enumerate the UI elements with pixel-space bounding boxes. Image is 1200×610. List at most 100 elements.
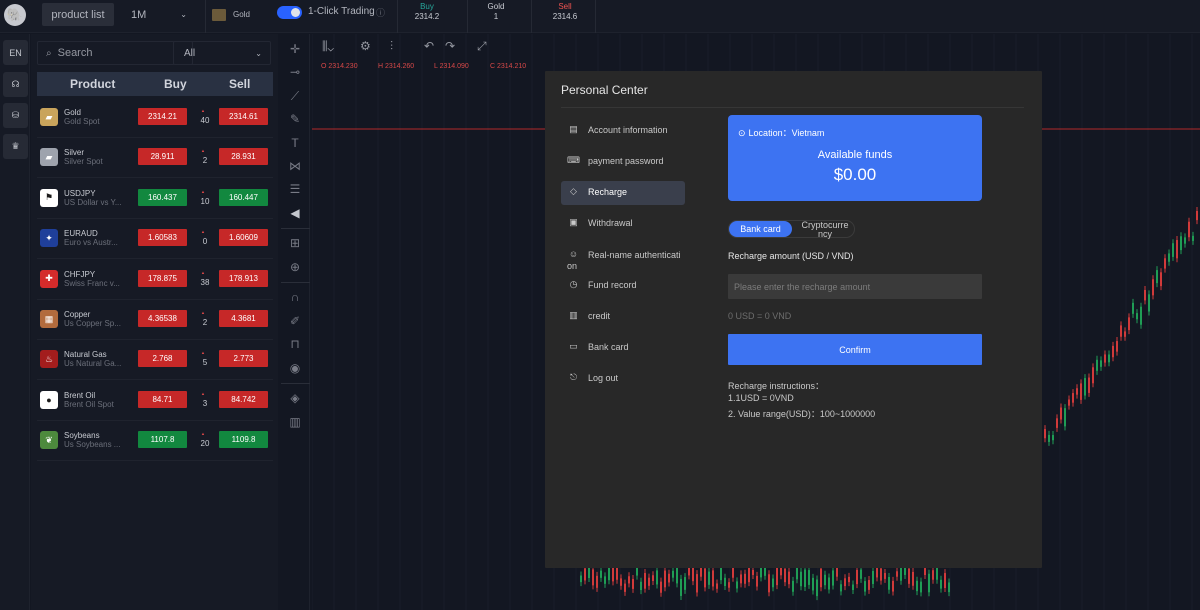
location-pin-icon: ⊙ [738, 128, 746, 138]
crosshair-icon[interactable]: ✛ [287, 41, 303, 57]
product-icon: ❦ [40, 431, 58, 450]
sell-price-button[interactable]: 160.447 [219, 188, 268, 206]
buy-price-button[interactable]: 4.36538 [138, 310, 187, 327]
crown-icon[interactable]: ♛ [3, 134, 28, 159]
search-box[interactable]: ⌕ Search [37, 41, 193, 65]
candle-body [932, 570, 934, 580]
product-name: Copper [64, 310, 91, 319]
eye-icon[interactable]: ◉ [287, 360, 303, 376]
candle-body [684, 577, 686, 590]
text-icon[interactable]: T [287, 135, 303, 151]
headset-icon[interactable]: ☊ [3, 72, 28, 97]
buy-price-button[interactable]: 160.437 [138, 188, 187, 206]
product-row[interactable]: ▰ SilverSilver Spot 28.911 2 28.931 [37, 138, 273, 179]
buy-price-button[interactable]: 2.768 [138, 350, 187, 368]
trend-line-icon[interactable]: ⟋ [287, 88, 303, 104]
menu-item-log-out[interactable]: ⎋ Log out [561, 367, 685, 391]
product-row[interactable]: ▦ CopperUs Copper Sp... 4.36538 2 4.3681 [37, 300, 273, 340]
sell-quote-label: Sell [558, 2, 572, 11]
tab-cryptocurrency[interactable]: Cryptocurre ncy [795, 221, 855, 239]
indicators-icon[interactable]: ⫶ [390, 39, 393, 54]
menu-item-withdrawal[interactable]: ▣ Withdrawal [561, 212, 685, 236]
product-row[interactable]: ♨ Natural GasUs Natural Ga... 2.768 5 2.773 [37, 340, 273, 381]
pattern-icon[interactable]: ⋈ [287, 158, 303, 174]
menu-item-payment-password[interactable]: ⌨ payment password [561, 150, 685, 174]
menu-item-credit[interactable]: ▥ credit [561, 305, 685, 329]
product-row[interactable]: ● Brent OilBrent Oil Spot 84.71 3 84.742 [37, 381, 273, 421]
coins-icon[interactable]: ⛁ [3, 103, 28, 128]
menu-item-account-information[interactable]: ▤ Account information [561, 119, 685, 143]
ohlc-high: H 2314.260 [378, 63, 415, 70]
lot-quote-label: Gold [487, 2, 505, 11]
menu-item-fund-record[interactable]: ◷ Fund record [561, 274, 685, 298]
product-row[interactable]: ⚑ USDJPYUS Dollar vs Y... 160.437 10 160.447 [37, 179, 273, 219]
measure-icon[interactable]: ⊞ [287, 235, 303, 251]
buy-price-button[interactable]: 84.71 [138, 390, 187, 408]
buy-price-button[interactable]: 28.911 [138, 148, 187, 166]
sell-price-button[interactable]: 2.773 [219, 350, 268, 368]
back-arrow-icon[interactable]: ◀ [287, 205, 303, 221]
lock-icon[interactable]: ⊓ [287, 336, 303, 352]
candle-body [748, 566, 750, 583]
buy-price-button[interactable]: 178.875 [138, 269, 187, 287]
candle-body [716, 583, 718, 589]
menu-item-recharge[interactable]: ◇ Recharge [561, 181, 685, 205]
horizontal-line-icon[interactable]: ⊸ [287, 64, 303, 80]
symbol-selector[interactable]: Gold [212, 3, 270, 26]
document-icon: ▤ [569, 124, 578, 134]
candle-body [660, 581, 662, 593]
fib-icon[interactable]: ☰ [287, 181, 303, 197]
lock-drawing-icon[interactable]: ✐ [287, 313, 303, 329]
product-row[interactable]: ❦ SoybeansUs Soybeans ... 1107.8 20 1109.8 [37, 421, 273, 462]
layers-icon[interactable]: ◈ [287, 390, 303, 406]
language-button[interactable]: EN [3, 40, 28, 65]
candle-body [1136, 313, 1138, 320]
dialog-title: Personal Center [561, 83, 648, 97]
buy-quote[interactable]: Buy 2314.2 [397, 0, 457, 24]
sell-price-button[interactable]: 28.931 [219, 148, 268, 166]
product-list-button[interactable]: product list [42, 3, 114, 26]
one-click-toggle[interactable] [277, 6, 302, 19]
product-row[interactable]: ✦ EURAUDEuro vs Austr... 1.60583 0 1.60609 [37, 219, 273, 260]
trash-icon[interactable]: ▥ [287, 414, 303, 430]
tab-bank-card[interactable]: Bank card [729, 221, 792, 237]
buy-price-button[interactable]: 1107.8 [138, 431, 187, 449]
buy-price-button[interactable]: 1.60583 [138, 229, 187, 247]
product-panel: ⌕ Search All ⌄ Product Buy Sell ▰ Gold Gol… [31, 34, 278, 610]
menu-item-bank-card[interactable]: ▭ Bank card [561, 336, 685, 360]
zoom-icon[interactable]: ⊕ [287, 259, 303, 275]
magnet-icon[interactable]: ∩ [287, 289, 303, 305]
gear-icon[interactable]: ⚙ [360, 39, 371, 53]
filter-select[interactable]: All ⌄ [173, 41, 271, 65]
instruction-range: 2. Value range(USD)：100~1000000 [728, 409, 876, 419]
product-subtitle: Us Soybeans ... [64, 440, 121, 450]
candle-body [1116, 341, 1118, 352]
sell-price-button[interactable]: 2314.61 [219, 108, 268, 125]
sell-price-button[interactable]: 178.913 [219, 269, 268, 287]
candle-body [1196, 211, 1198, 221]
product-row[interactable]: ✚ CHFJPYSwiss Franc v... 178.875 38 178.913 [37, 260, 273, 300]
menu-item-label: Real-name authenticati [588, 250, 681, 260]
menu-item-label: Log out [588, 373, 619, 383]
brush-icon[interactable]: ✎ [287, 111, 303, 127]
product-row[interactable]: ▰ GoldGold Spot 2314.21 40 2314.61 [37, 98, 273, 138]
sell-price-button[interactable]: 84.742 [219, 390, 268, 408]
timeframe-select[interactable]: 1M ⌄ [121, 3, 196, 26]
redo-icon[interactable]: ↷ [445, 39, 455, 53]
sell-price-button[interactable]: 1109.8 [219, 431, 268, 449]
candle-body [804, 569, 806, 587]
sell-quote[interactable]: Sell 2314.6 [535, 0, 595, 24]
candle-body [1168, 253, 1170, 262]
confirm-button[interactable]: Confirm [728, 334, 982, 365]
recharge-amount-input[interactable] [728, 274, 982, 299]
sell-price-button[interactable]: 1.60609 [219, 229, 268, 247]
product-subtitle: Brent Oil Spot [64, 399, 114, 409]
fullscreen-icon[interactable]: ⤢ [477, 39, 487, 54]
menu-item-real-name-authenticati-on[interactable]: ☺ Real-name authenticati on [561, 243, 685, 272]
candle-body [776, 567, 778, 586]
help-icon[interactable]: ⓘ [376, 6, 385, 19]
undo-icon[interactable]: ↶ [424, 39, 434, 53]
sell-price-button[interactable]: 4.3681 [219, 310, 268, 327]
buy-price-button[interactable]: 2314.21 [138, 108, 187, 125]
candle-type-icon[interactable]: ⫼⌄ [322, 39, 334, 54]
